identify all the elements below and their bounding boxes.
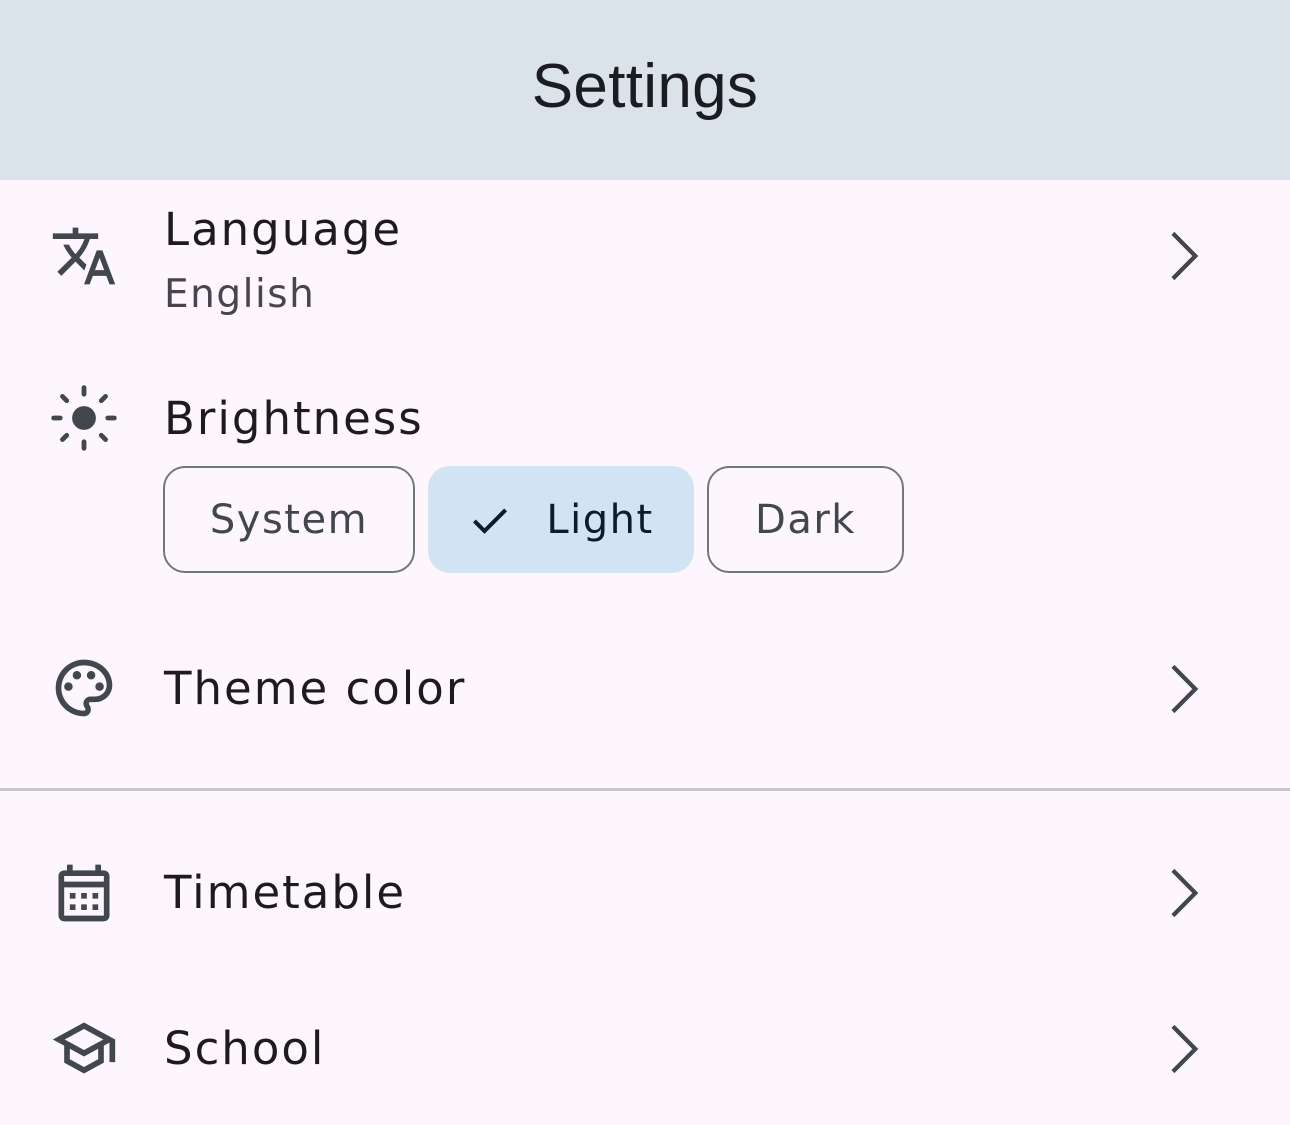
language-title: Language <box>164 203 403 256</box>
check-icon <box>473 507 508 534</box>
brightness-system-label: System <box>209 496 369 543</box>
chevron-right-icon <box>1150 1017 1214 1081</box>
brightness-light-button[interactable]: Light <box>428 466 694 573</box>
brightness-icon <box>50 384 118 452</box>
brightness-title: Brightness <box>164 392 424 445</box>
section-divider <box>0 788 1290 791</box>
palette-icon <box>50 654 118 722</box>
page-title: Settings <box>531 51 759 121</box>
brightness-light-label: Light <box>546 496 654 543</box>
calendar-icon <box>50 859 118 927</box>
brightness-dark-label: Dark <box>755 496 856 543</box>
school-title: School <box>164 1022 326 1075</box>
chevron-right-icon <box>1150 657 1214 721</box>
language-value: English <box>164 272 316 317</box>
brightness-system-button[interactable]: System <box>163 466 415 573</box>
chevron-right-icon <box>1150 861 1214 925</box>
timetable-title: Timetable <box>164 866 407 919</box>
school-icon <box>50 1014 118 1082</box>
theme-color-title: Theme color <box>164 662 467 715</box>
top-app-bar: Settings <box>0 0 1290 180</box>
translate-icon <box>50 222 118 290</box>
chevron-right-icon <box>1150 224 1214 288</box>
brightness-dark-button[interactable]: Dark <box>707 466 904 573</box>
